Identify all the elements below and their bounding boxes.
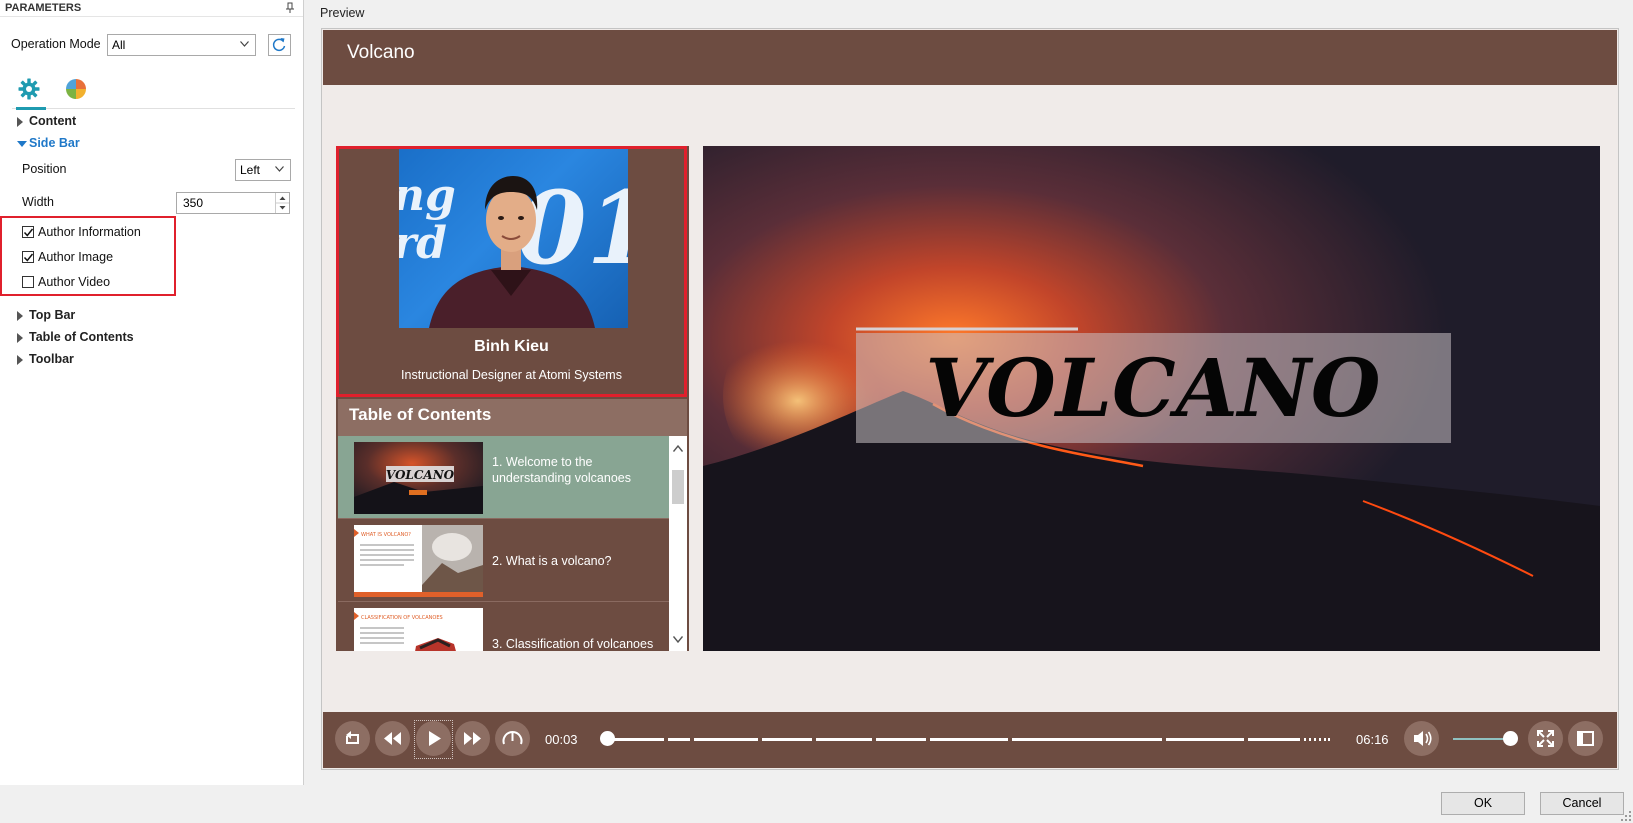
scroll-down-icon[interactable] [673,636,683,643]
seek-knob[interactable] [600,731,615,746]
checkmark-icon [23,228,34,237]
expand-arrow-icon [17,117,23,127]
toggle-sidebar-button[interactable] [1568,721,1603,756]
total-time: 06:16 [1356,732,1389,747]
ok-button[interactable]: OK [1441,792,1525,815]
collapse-arrow-icon [17,141,27,147]
toc-item-1[interactable]: VOLCANO 1. Welcome to the understanding … [338,436,669,519]
chevron-down-icon [240,41,249,47]
toc-item-label: 3. Classification of volcanoes [492,637,654,651]
tab-divider [12,108,295,109]
tree-item-top-bar[interactable]: Top Bar [17,308,76,322]
panel-title: PARAMETERS [0,0,303,17]
toc-item-2[interactable]: WHAT IS VOLCANO? 2. What is a volcano? [338,519,669,602]
active-tab-indicator [16,107,46,110]
volume-icon [1414,731,1432,746]
slide-thumbnail: CLASSIFICATION OF VOLCANOES [354,608,483,651]
refresh-icon [272,38,286,52]
volume-knob[interactable] [1503,731,1518,746]
sidebar-toggle-icon [1577,731,1594,746]
toc-item-3[interactable]: CLASSIFICATION OF VOLCANOES 3. Classific… [338,602,669,651]
position-select[interactable]: Left [235,159,291,181]
position-value: Left [240,163,261,177]
author-info-highlight [336,146,687,397]
slide-thumbnail: WHAT IS VOLCANO? [354,525,483,597]
tree-item-label: Top Bar [29,308,76,322]
tree-item-label: Content [29,114,77,128]
speed-button[interactable] [495,721,530,756]
scroll-up-icon[interactable] [673,445,683,452]
course-top-bar [323,30,1617,85]
volcano-image: VOLCANO [703,146,1600,651]
width-input[interactable]: 350 [176,192,290,214]
thumb-title-text: VOLCANO [386,468,455,482]
resize-grip-icon[interactable] [1621,811,1631,821]
operation-mode-select[interactable]: All [107,34,256,56]
slide-canvas: VOLCANO [703,146,1600,651]
width-value: 350 [183,196,204,210]
rewind-icon [384,732,401,745]
checkbox-label: Author Information [38,225,141,239]
course-title: Volcano [347,42,415,63]
volume-button[interactable] [1404,721,1439,756]
operation-mode-value: All [112,38,126,52]
toc-list: VOLCANO 1. Welcome to the understanding … [338,436,669,651]
play-icon [429,731,441,746]
tree-item-label: Table of Contents [29,330,134,344]
position-label: Position [22,162,67,176]
expand-arrow-icon [17,333,23,343]
tree-item-side-bar[interactable]: Side Bar [17,136,80,150]
fullscreen-icon [1537,730,1554,747]
chevron-down-icon [275,166,284,172]
fast-forward-icon [464,732,481,745]
rewind-button[interactable] [375,721,410,756]
expand-arrow-icon [17,355,23,365]
toc-title: Table of Contents [349,405,492,424]
width-label: Width [22,195,54,209]
current-time: 00:03 [545,732,578,747]
tree-item-table-of-contents[interactable]: Table of Contents [17,330,134,344]
reset-button[interactable] [268,34,291,56]
checkbox-box[interactable] [22,276,34,288]
tree-item-label: Side Bar [29,136,80,150]
checkmark-icon [23,253,34,262]
color-wheel-icon[interactable] [65,78,87,100]
gear-icon[interactable] [18,78,40,100]
thumb-title-text: WHAT IS VOLCANO? [361,532,411,538]
play-button[interactable] [416,721,451,756]
toc-item-label: 1. Welcome to the understanding volcanoe… [492,455,631,485]
expand-arrow-icon [17,311,23,321]
toc-scrollbar[interactable] [669,436,687,651]
replay-icon [346,731,359,744]
tree-item-label: Toolbar [29,352,74,366]
seek-bar[interactable] [606,738,1330,741]
speedometer-icon [502,731,523,745]
checkbox-label: Author Video [38,275,111,289]
cancel-button[interactable]: Cancel [1540,792,1624,815]
width-stepper[interactable] [275,193,289,213]
preview-label: Preview [320,6,365,20]
checkbox-label: Author Image [38,250,114,264]
fullscreen-button[interactable] [1528,721,1563,756]
thumb-title-text: CLASSIFICATION OF VOLCANOES [361,615,443,621]
toc-item-label: 2. What is a volcano? [492,554,612,568]
pin-icon[interactable] [285,2,295,14]
operation-mode-label: Operation Mode [11,37,101,51]
stepper-arrows-icon [276,196,289,210]
slide-title-text: VOLCANO [925,341,1380,435]
scroll-thumb[interactable] [672,470,684,504]
replay-button[interactable] [335,721,370,756]
tree-item-toolbar[interactable]: Toolbar [17,352,74,366]
tree-item-content[interactable]: Content [17,114,77,128]
forward-button[interactable] [455,721,490,756]
slide-thumbnail: VOLCANO [354,442,483,514]
